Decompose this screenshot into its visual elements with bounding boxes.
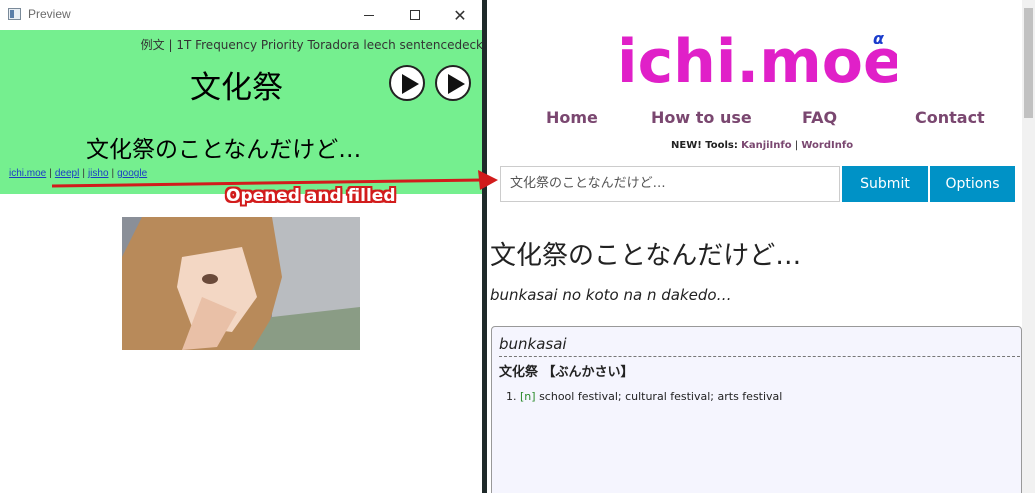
options-button[interactable]: Options [930,166,1015,202]
minimize-icon [364,14,374,16]
play-icon [402,74,419,94]
scrollbar-thumb[interactable] [1024,8,1033,118]
maximize-button[interactable] [392,0,438,30]
entry-headword: 文化祭 【ぶんかさい】 [499,365,634,380]
submit-button[interactable]: Submit [842,166,928,202]
vocab-word: 文化祭 [190,70,283,106]
result-title: 文化祭のことなんだけど… [490,241,802,271]
scrollbar[interactable] [1022,0,1035,493]
link-separator: | [111,168,115,179]
definition-number: 1. [506,390,517,403]
close-button[interactable]: ✕ [437,0,483,30]
annotation-label: Opened and filled [226,186,396,206]
example-sentence: 文化祭のことなんだけど… [86,137,362,163]
link-separator: | [49,168,52,179]
nav-contact[interactable]: Contact [915,108,985,127]
play-sentence-audio-button[interactable] [435,65,471,101]
nav-how-to-use[interactable]: How to use [651,108,752,127]
tools-line: NEW! Tools: KanjiInfo | WordInfo [671,140,853,151]
entry-definition: 1. [n] school festival; cultural festiva… [506,390,782,403]
part-of-speech: [n] [520,390,536,403]
app-icon [8,8,21,20]
link-ichimoe[interactable]: ichi.moe [9,168,46,179]
logo-text: ichi.moe [617,27,897,97]
dictionary-entry[interactable]: bunkasai 文化祭 【ぶんかさい】 1. [n] school festi… [491,326,1022,493]
minimize-button[interactable] [346,0,392,30]
entry-divider [499,356,1020,357]
search-input[interactable]: 文化祭のことなんだけど… [500,166,840,202]
play-word-audio-button[interactable] [389,65,425,101]
maximize-icon [410,10,420,20]
link-separator: | [82,168,85,179]
tool-wordinfo[interactable]: WordInfo [801,140,853,151]
link-jisho[interactable]: jisho [88,168,109,179]
close-icon: ✕ [453,5,467,25]
definition-gloss: school festival; cultural festival; arts… [539,390,783,403]
title-bar: Preview ✕ [0,0,483,30]
anime-screenshot [122,217,360,350]
window-title: Preview [28,7,71,21]
ichimoe-logo[interactable]: ichi.moe ichi.moe α [613,18,908,101]
deck-info: 例文 | 1T Frequency Priority Toradora leec… [140,38,483,52]
logo-alpha: α [873,29,885,48]
play-icon [448,74,465,94]
nav-home[interactable]: Home [546,108,598,127]
nav-faq[interactable]: FAQ [802,108,837,127]
tool-kanjiinfo[interactable]: KanjiInfo [741,140,792,151]
preview-window: Preview ✕ 例文 | 1T Frequency Priority Tor… [0,0,483,493]
link-google[interactable]: google [117,168,147,179]
flashcard: 例文 | 1T Frequency Priority Toradora leec… [0,30,483,194]
entry-romaji: bunkasai [499,335,567,353]
tools-separator: | [794,140,799,151]
link-deepl[interactable]: deepl [55,168,79,179]
ichimoe-page: ichi.moe ichi.moe α Home How to use FAQ … [487,0,1035,493]
lookup-links: ichi.moe | deepl | jisho | google [9,168,147,179]
result-romaji: bunkasai no koto na n dakedo… [490,286,732,304]
tools-prefix: NEW! Tools: [671,140,738,151]
